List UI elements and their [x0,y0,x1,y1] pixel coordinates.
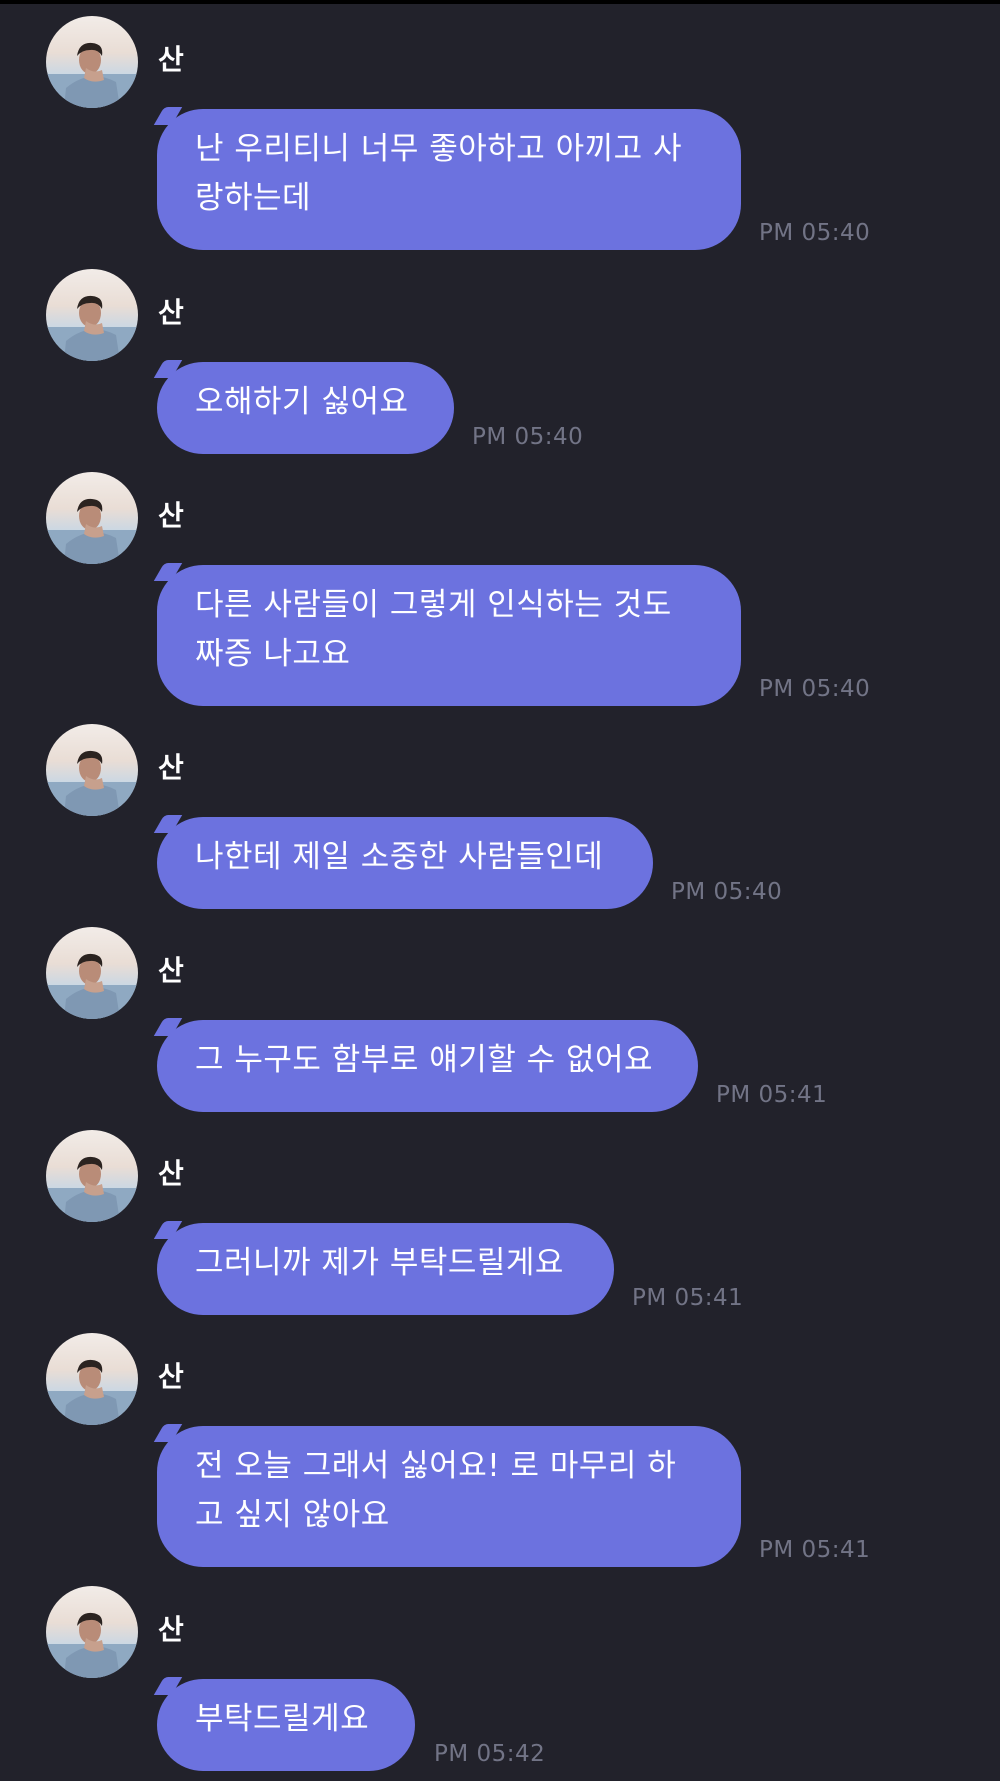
message-bubble[interactable]: 다른 사람들이 그렇게 인식하는 것도 짜증 나고요 [157,565,741,706]
sender-name: 산 [158,1613,184,1646]
avatar[interactable] [46,16,138,108]
timestamp: PM 05:41 [632,1285,744,1311]
avatar[interactable] [46,1333,138,1425]
timestamp: PM 05:40 [759,220,871,246]
sender-name: 산 [158,499,184,532]
avatar[interactable] [46,1130,138,1222]
sender-name: 산 [158,296,184,329]
sender-name: 산 [158,1157,184,1190]
message-bubble[interactable]: 전 오늘 그래서 싫어요! 로 마무리 하 고 싶지 않아요 [157,1426,741,1567]
message-bubble[interactable]: 부탁드릴게요 [157,1679,415,1771]
timestamp: PM 05:41 [716,1082,828,1108]
avatar[interactable] [46,1586,138,1678]
avatar-icon [46,1359,138,1425]
message-bubble[interactable]: 난 우리티니 너무 좋아하고 아끼고 사 랑하는데 [157,109,741,250]
avatar-icon [46,953,138,1019]
avatar-icon [46,498,138,564]
sender-name: 산 [158,751,184,784]
avatar[interactable] [46,472,138,564]
timestamp: PM 05:41 [759,1537,871,1563]
message-bubble[interactable]: 오해하기 싫어요 [157,362,454,454]
message-bubble[interactable]: 그러니까 제가 부탁드릴게요 [157,1223,614,1315]
avatar[interactable] [46,927,138,1019]
avatar[interactable] [46,269,138,361]
top-edge [0,0,1000,4]
avatar-icon [46,750,138,816]
avatar-icon [46,1156,138,1222]
sender-name: 산 [158,1360,184,1393]
avatar[interactable] [46,724,138,816]
avatar-icon [46,1612,138,1678]
timestamp: PM 05:40 [671,879,783,905]
timestamp: PM 05:40 [759,676,871,702]
timestamp: PM 05:40 [472,424,584,450]
message-bubble[interactable]: 나한테 제일 소중한 사람들인데 [157,817,653,909]
avatar-icon [46,42,138,108]
timestamp: PM 05:42 [434,1741,546,1767]
sender-name: 산 [158,43,184,76]
sender-name: 산 [158,954,184,987]
avatar-icon [46,295,138,361]
message-bubble[interactable]: 그 누구도 함부로 얘기할 수 없어요 [157,1020,698,1112]
